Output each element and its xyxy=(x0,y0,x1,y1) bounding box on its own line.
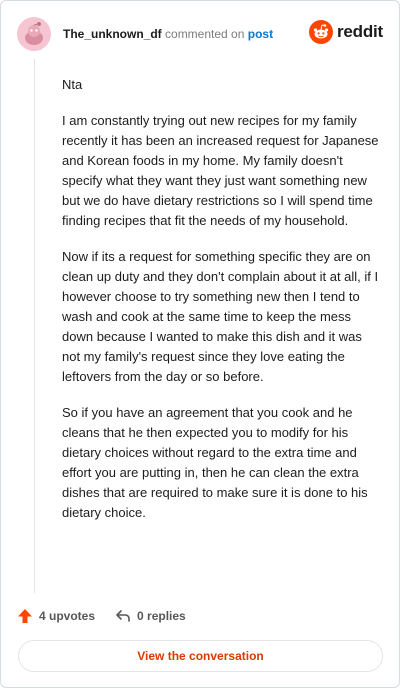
upvote-arrow-icon xyxy=(18,609,32,623)
comment-card: The_unknown_df commented on post reddit … xyxy=(0,0,400,688)
comment-body: Nta I am constantly trying out new recip… xyxy=(62,75,380,539)
view-conversation-button[interactable]: View the conversation xyxy=(18,640,383,672)
commented-on-label: commented on xyxy=(165,27,245,41)
comment-paragraph: So if you have an agreement that you coo… xyxy=(62,405,368,520)
comment-meta: The_unknown_df commented on post xyxy=(63,27,273,41)
thread-line[interactable] xyxy=(34,59,35,593)
comment-paragraph: Now if its a request for something speci… xyxy=(62,249,379,384)
user-avatar[interactable] xyxy=(17,17,51,51)
username[interactable]: The_unknown_df xyxy=(63,27,162,41)
comment-actions: 4 upvotes 0 replies xyxy=(17,605,186,627)
reply-arrow-icon xyxy=(116,610,130,622)
reply-button[interactable]: 0 replies xyxy=(115,608,186,624)
reddit-wordmark: reddit xyxy=(336,22,383,41)
reddit-logo[interactable]: reddit xyxy=(308,20,383,44)
comment-paragraph: Nta xyxy=(62,77,83,92)
post-link[interactable]: post xyxy=(248,27,273,41)
upvote-button[interactable]: 4 upvotes xyxy=(17,608,95,624)
reply-count: 0 replies xyxy=(137,609,186,623)
reddit-alien-icon xyxy=(308,20,333,44)
comment-paragraph: I am constantly trying out new recipes f… xyxy=(62,113,379,228)
snoo-avatar-icon xyxy=(19,19,49,49)
comment-header: The_unknown_df commented on post reddit xyxy=(17,15,383,53)
upvote-count: 4 upvotes xyxy=(39,609,96,623)
